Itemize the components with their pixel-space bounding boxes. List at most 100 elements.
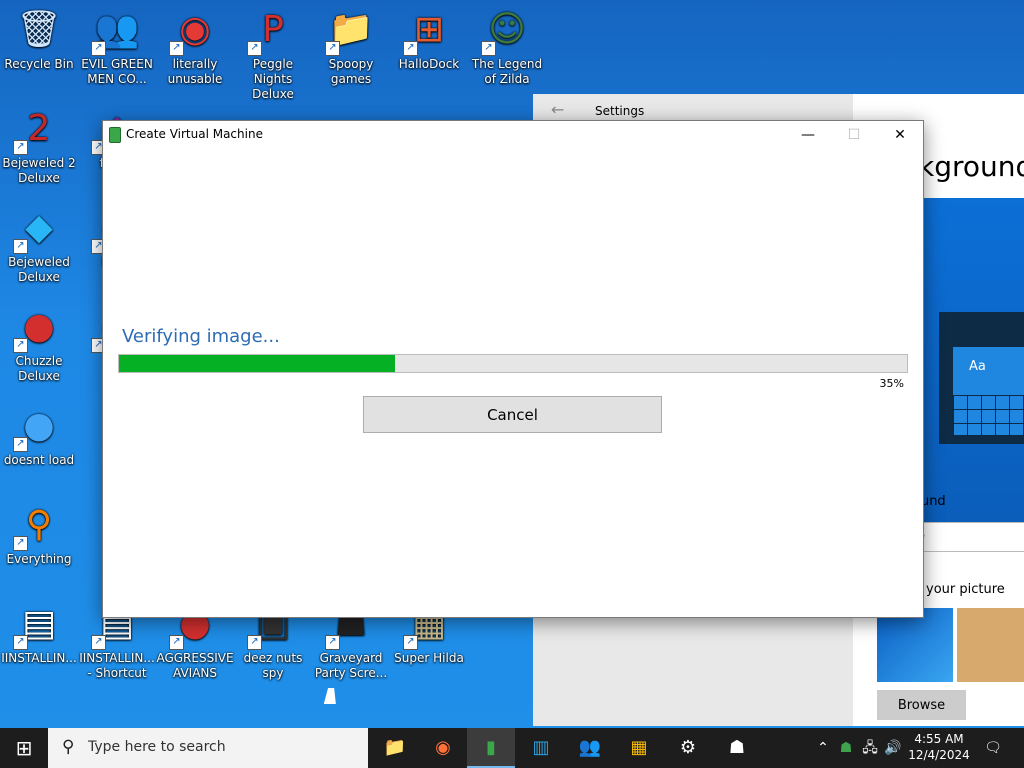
shortcut-arrow-icon: ↗ bbox=[325, 635, 340, 650]
taskbar-settings-icon[interactable]: ⚙ bbox=[664, 728, 712, 768]
maximize-icon[interactable]: ☐ bbox=[831, 121, 877, 149]
desktop-app-icon: 📁 ↗ bbox=[325, 6, 375, 56]
search-icon: ⚲ bbox=[62, 737, 75, 757]
cancel-button[interactable]: Cancel bbox=[363, 396, 662, 433]
search-box[interactable]: ⚲ Type here to search bbox=[48, 728, 368, 768]
shortcut-arrow-icon: ↗ bbox=[91, 635, 106, 650]
volume-icon[interactable]: 🔊 bbox=[883, 728, 903, 768]
desktop-icon[interactable]: P ↗ Peggle Nights Deluxe bbox=[234, 0, 312, 102]
desktop-icon[interactable]: ● ↗ doesnt load bbox=[0, 396, 78, 468]
minimize-icon[interactable]: — bbox=[785, 121, 831, 149]
desktop-icon[interactable]: 📁 ↗ Spoopy games bbox=[312, 0, 390, 87]
clock-date: 12/4/2024 bbox=[908, 748, 970, 762]
browse-button[interactable]: Browse bbox=[877, 690, 966, 720]
taskbar-file-explorer-icon[interactable]: 📁 bbox=[371, 728, 419, 768]
shortcut-arrow-icon: ↗ bbox=[403, 635, 418, 650]
taskbar-store-icon[interactable]: ▦ bbox=[615, 728, 663, 768]
desktop-icon[interactable]: ⊞ ↗ HalloDock bbox=[390, 0, 468, 72]
taskbar-azure-app-icon[interactable]: ▥ bbox=[517, 728, 565, 768]
dialog-titlebar[interactable]: Create Virtual Machine — ☐ ✕ bbox=[103, 121, 923, 149]
desktop-app-icon: ◉ ↗ bbox=[169, 6, 219, 56]
taskbar: ⊞ ⚲ Type here to search 📁 ◉ ▮ ▥ 👥 ▦ ⚙ ☗ ⌃ ☗ 🖧 🔊… bbox=[0, 728, 1024, 768]
vm-app-icon bbox=[109, 127, 121, 143]
mouse-cursor-icon bbox=[323, 688, 341, 704]
shortcut-arrow-icon: ↗ bbox=[169, 635, 184, 650]
desktop-icon[interactable]: ☺ ↗ The Legend of Zilda bbox=[468, 0, 546, 87]
desktop-app-icon: ☺ ↗ bbox=[481, 6, 531, 56]
desktop-app-icon: 2 ↗ bbox=[13, 105, 63, 155]
shortcut-arrow-icon: ↗ bbox=[247, 41, 262, 56]
clock[interactable]: 4:55 AM 12/4/2024 bbox=[906, 731, 972, 763]
taskbar-firefox-icon[interactable]: ◉ bbox=[419, 728, 467, 768]
desktop-icon-label: HalloDock bbox=[398, 57, 460, 71]
windows-logo-icon: ⊞ bbox=[15, 736, 33, 760]
shortcut-arrow-icon: ↗ bbox=[325, 41, 340, 56]
preview-tile-aa: Aa bbox=[953, 347, 1024, 395]
settings-title: Settings bbox=[595, 104, 645, 118]
desktop-icon-label: AGGRESSIVE AVIANS bbox=[156, 651, 234, 680]
show-hidden-icons-icon[interactable]: ⌃ bbox=[814, 728, 832, 768]
desktop-icon[interactable]: 2 ↗ Bejeweled 2 Deluxe bbox=[0, 99, 78, 186]
desktop-icon-label: Chuzzle Deluxe bbox=[15, 354, 63, 383]
taskbar-virtual-machine-icon[interactable]: ▮ bbox=[467, 728, 515, 768]
progress-fill bbox=[119, 355, 395, 372]
progress-percent: 35% bbox=[879, 377, 904, 390]
desktop-icon-label: Bejeweled Deluxe bbox=[8, 255, 70, 284]
desktop-icon[interactable]: ◉ ↗ literally unusable bbox=[156, 0, 234, 87]
desktop-icon-label: IINSTALLIN... bbox=[1, 651, 77, 665]
desktop-icon[interactable]: ◆ ↗ Bejeweled Deluxe bbox=[0, 198, 78, 285]
shortcut-arrow-icon: ↗ bbox=[247, 635, 262, 650]
desktop-icon[interactable]: ▤ ↗ IINSTALLIN... bbox=[0, 594, 78, 666]
desktop-icon[interactable]: ⚲ ↗ Everything bbox=[0, 495, 78, 567]
desktop-icon-label: Recycle Bin bbox=[4, 57, 74, 71]
desktop-icon-label: EVIL GREEN MEN CO... bbox=[81, 57, 153, 86]
create-vm-dialog: Create Virtual Machine — ☐ ✕ Verifying i… bbox=[102, 120, 924, 618]
desktop-icon-label: IINSTALLIN... - Shortcut bbox=[79, 651, 155, 680]
desktop-app-icon: 🗑 bbox=[16, 9, 62, 50]
desktop-icon-label: Super Hilda bbox=[394, 651, 464, 665]
shortcut-arrow-icon: ↗ bbox=[13, 536, 28, 551]
desktop-icon-label: deez nuts spy bbox=[243, 651, 303, 680]
desktop-icon-label: doesnt load bbox=[3, 453, 75, 467]
desktop-icon-label: literally unusable bbox=[167, 57, 223, 86]
picture-thumbnail-2[interactable] bbox=[957, 608, 1024, 682]
shortcut-arrow-icon: ↗ bbox=[169, 41, 184, 56]
shortcut-arrow-icon: ↗ bbox=[403, 41, 418, 56]
desktop-app-icon: ▤ ↗ bbox=[13, 600, 63, 650]
close-icon[interactable]: ✕ bbox=[877, 121, 923, 149]
settings-heading: kground bbox=[918, 150, 1024, 183]
progress-bar bbox=[118, 354, 908, 373]
desktop-icon[interactable]: ● ↗ Chuzzle Deluxe bbox=[0, 297, 78, 384]
desktop-app-icon: 👥 ↗ bbox=[91, 6, 141, 56]
choose-picture-label: your picture bbox=[926, 582, 1005, 597]
desktop-icon-label: The Legend of Zilda bbox=[471, 57, 543, 86]
network-icon[interactable]: 🖧 bbox=[860, 728, 880, 768]
desktop-app-icon: ⚲ ↗ bbox=[13, 501, 63, 551]
shortcut-arrow-icon: ↗ bbox=[13, 338, 28, 353]
dialog-title: Create Virtual Machine bbox=[126, 127, 263, 141]
desktop-app-icon: P ↗ bbox=[247, 6, 297, 56]
shortcut-arrow-icon: ↗ bbox=[91, 41, 106, 56]
shortcut-arrow-icon: ↗ bbox=[13, 437, 28, 452]
shortcut-arrow-icon: ↗ bbox=[13, 140, 28, 155]
picture-thumbnail-1[interactable] bbox=[877, 608, 953, 682]
shortcut-arrow-icon: ↗ bbox=[13, 239, 28, 254]
desktop-app-icon: ●↗ bbox=[13, 303, 63, 353]
notifications-icon[interactable]: 🗨 bbox=[978, 728, 1008, 768]
shortcut-arrow-icon: ↗ bbox=[13, 635, 28, 650]
start-button[interactable]: ⊞ bbox=[0, 728, 48, 768]
desktop-icon-label: Everything bbox=[6, 552, 72, 566]
desktop-icon-label: Peggle Nights Deluxe bbox=[252, 57, 294, 101]
back-arrow-icon[interactable]: ← bbox=[551, 100, 564, 119]
desktop-icon[interactable]: 👥 ↗ EVIL GREEN MEN CO... bbox=[78, 0, 156, 87]
taskbar-contact-icon[interactable]: ☗ bbox=[713, 728, 761, 768]
clock-time: 4:55 AM bbox=[914, 732, 964, 746]
people-tray-icon[interactable]: ☗ bbox=[836, 728, 856, 768]
status-text: Verifying image... bbox=[122, 326, 280, 347]
shortcut-arrow-icon: ↗ bbox=[481, 41, 496, 56]
desktop-icon-label: Bejeweled 2 Deluxe bbox=[2, 156, 76, 185]
desktop-app-icon: ●↗ bbox=[13, 402, 63, 452]
preview-tile-grid bbox=[953, 395, 1024, 435]
taskbar-people-icon[interactable]: 👥 bbox=[566, 728, 614, 768]
desktop-icon[interactable]: 🗑 Recycle Bin bbox=[0, 0, 78, 72]
